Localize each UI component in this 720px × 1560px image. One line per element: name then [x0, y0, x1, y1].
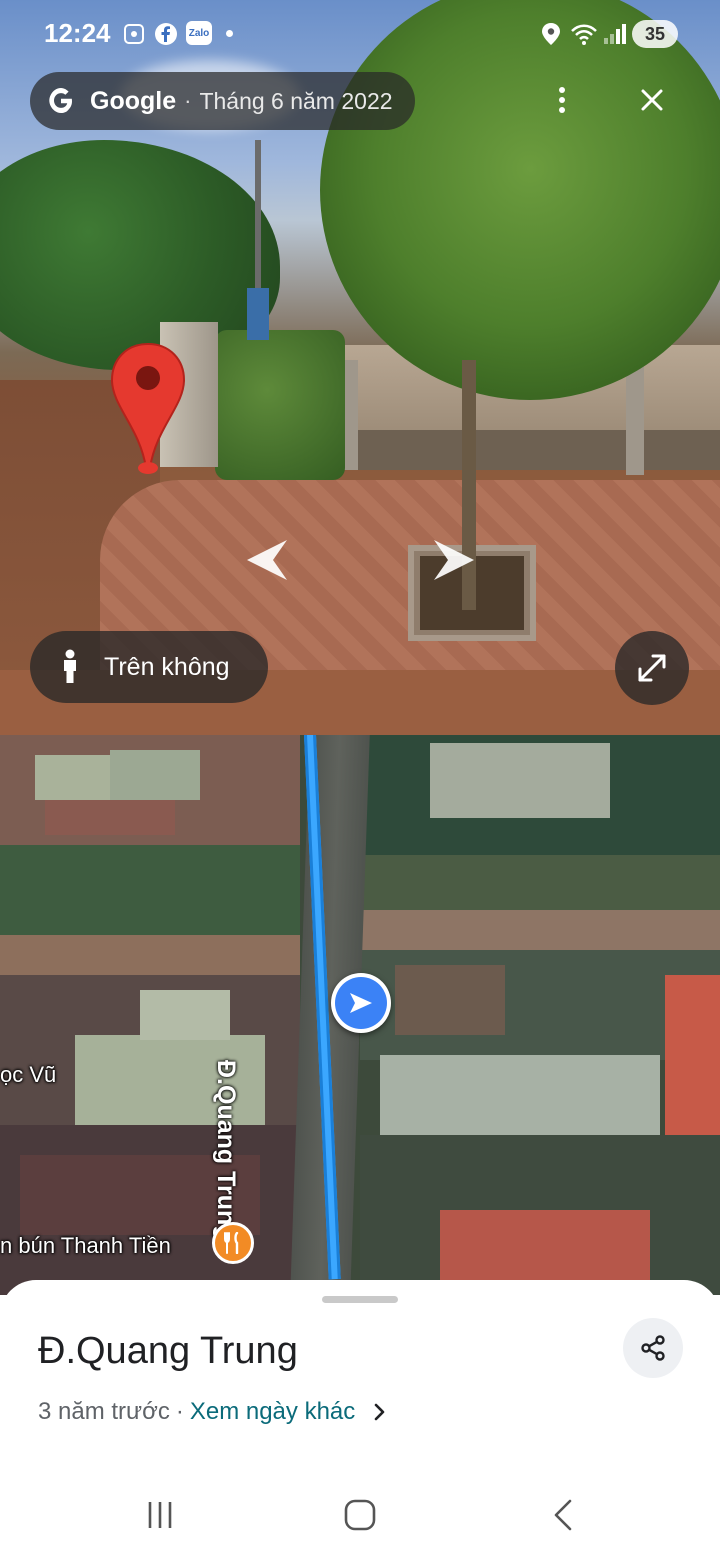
see-other-dates-link[interactable]: Xem ngày khác: [190, 1398, 355, 1426]
sheet-drag-handle[interactable]: [322, 1296, 398, 1303]
poi-label[interactable]: n bún Thanh Tiền: [0, 1233, 171, 1259]
google-g-icon: [49, 88, 72, 113]
hedge: [215, 330, 345, 480]
close-icon: [641, 89, 663, 111]
battery-indicator: 35: [632, 20, 678, 48]
provider-label: Google: [90, 86, 177, 115]
roof: [430, 743, 610, 818]
fullscreen-button[interactable]: [615, 631, 689, 705]
pegman-icon: [64, 649, 76, 683]
signal-icon: [604, 24, 626, 44]
vegetation: [360, 855, 720, 910]
street-view-panorama[interactable]: 12:24 Zalo 35 Google · Tháng 6 năm 2022 …: [0, 0, 720, 735]
navigation-arrow-icon: [350, 993, 372, 1013]
current-position-marker[interactable]: [331, 973, 391, 1033]
status-time: 12:24: [44, 18, 111, 48]
chevron-right-icon: [374, 1403, 385, 1421]
roof: [140, 990, 230, 1040]
more-options-button[interactable]: [536, 74, 588, 126]
close-button[interactable]: [626, 74, 678, 126]
recent-apps-icon: [148, 1502, 172, 1528]
poi-label: ọc Vũ: [0, 1062, 57, 1087]
street-name-label: Đ.Quang Trung: [212, 1060, 240, 1241]
roof: [35, 755, 110, 800]
place-title: Đ.Quang Trung: [38, 1330, 298, 1372]
imagery-age-row: 3 năm trước · Xem ngày khác: [38, 1398, 387, 1426]
roof: [110, 750, 200, 800]
aerial-view-button[interactable]: Trên không: [30, 631, 268, 703]
nav-arrow-right-icon[interactable]: [428, 538, 478, 582]
roof: [45, 800, 175, 835]
see-other-dates-chevron[interactable]: [373, 1402, 387, 1422]
facebook-icon: [155, 23, 177, 45]
fork-knife-icon: [224, 1232, 239, 1254]
capture-date: Tháng 6 năm 2022: [199, 87, 393, 114]
dot-icon: [226, 30, 233, 37]
more-vert-icon: [559, 87, 565, 113]
roof: [395, 965, 505, 1035]
expand-icon: [638, 654, 666, 682]
vegetation: [0, 845, 300, 935]
back-button[interactable]: [543, 1495, 583, 1535]
imagery-info-pill[interactable]: Google · Tháng 6 năm 2022: [30, 72, 415, 130]
share-icon: [641, 1335, 665, 1361]
location-icon: [542, 23, 560, 45]
screenshot-icon: [124, 24, 144, 44]
recent-apps-button[interactable]: [140, 1495, 180, 1535]
street-sign: [247, 288, 269, 340]
home-button[interactable]: [340, 1495, 380, 1535]
roof: [380, 1055, 660, 1135]
roof: [440, 1210, 650, 1280]
side-street: [360, 910, 720, 950]
side-street: [0, 935, 300, 975]
red-location-pin-icon: [110, 342, 186, 474]
age-separator: ·: [175, 1398, 184, 1425]
wifi-icon: [571, 24, 597, 45]
restaurant-pin[interactable]: [212, 1222, 254, 1264]
zalo-icon: Zalo: [186, 21, 212, 45]
status-bar: 12:24 Zalo 35: [0, 0, 720, 66]
position-arrow-container: [335, 977, 387, 1029]
imagery-age: 3 năm trước: [38, 1398, 170, 1425]
home-icon: [344, 1499, 376, 1531]
aerial-view-label: Trên không: [104, 652, 230, 681]
back-icon: [554, 1499, 572, 1531]
share-button[interactable]: [623, 1318, 683, 1378]
pill-separator: ·: [184, 88, 192, 113]
nav-arrow-left-icon[interactable]: [243, 538, 293, 582]
roof: [665, 975, 720, 1135]
